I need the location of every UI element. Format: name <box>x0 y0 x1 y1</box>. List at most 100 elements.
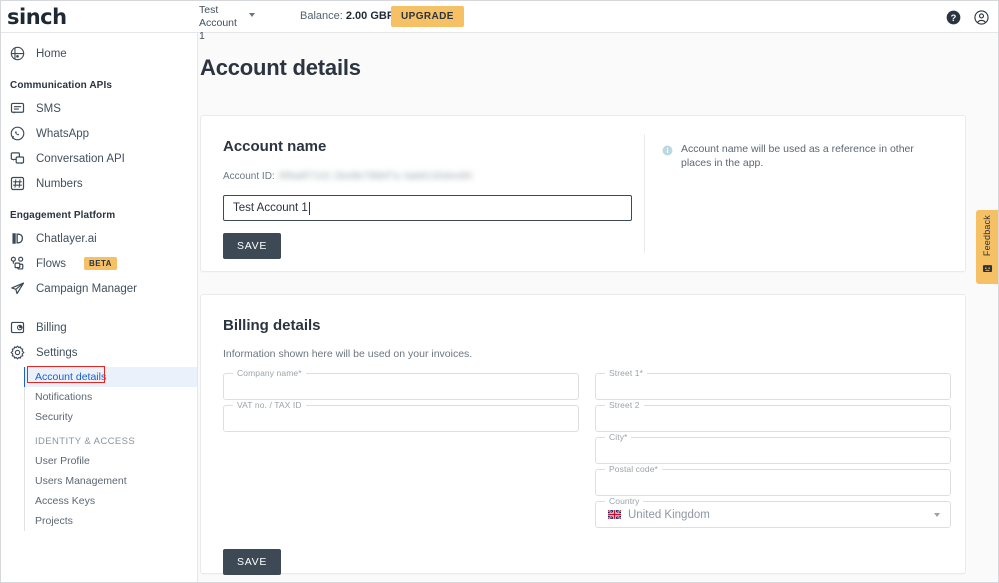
sidebar-item-whatsapp[interactable]: WhatsApp <box>1 121 197 146</box>
sidebar-item-label: Chatlayer.ai <box>36 233 97 245</box>
postal-code-field[interactable]: Postal code* <box>595 469 951 496</box>
sidebar-item-label: WhatsApp <box>36 128 89 140</box>
sidebar-nav: Home Communication APIs SMS WhatsApp Con… <box>1 33 198 583</box>
billing-right-column: Street 1* Street 2 City* Postal code* <box>595 373 951 533</box>
feedback-tab[interactable]: Feedback <box>976 210 998 284</box>
campaign-send-icon <box>10 281 25 296</box>
sidebar-item-label: Flows <box>36 258 66 270</box>
home-icon <box>10 46 25 61</box>
main-content: Account details Account name Account ID:… <box>198 33 999 583</box>
vat-tax-id-label: VAT no. / TAX ID <box>233 400 306 411</box>
account-name-form: Account name Account ID: 9f9a8f7102 2be8… <box>201 116 644 271</box>
sidebar-item-label: SMS <box>36 103 61 115</box>
account-name-note: Account name will be used as a reference… <box>645 116 965 271</box>
billing-wallet-icon <box>10 320 25 335</box>
sms-chat-icon <box>10 101 25 116</box>
sidebar-item-settings[interactable]: Settings <box>1 340 197 365</box>
sidebar-section-engagement: Engagement Platform <box>1 210 197 221</box>
company-name-label: Company name* <box>233 368 306 379</box>
save-account-name-button[interactable]: SAVE <box>223 233 281 259</box>
sinch-logo[interactable]: sinch <box>7 5 67 29</box>
feedback-icon <box>982 261 993 279</box>
account-switcher[interactable]: Test Account 1 <box>199 4 255 43</box>
sidebar-section-communication: Communication APIs <box>1 80 197 91</box>
city-label: City* <box>605 432 631 443</box>
svg-text:?: ? <box>951 12 957 22</box>
app-window: sinch Test Account 1 Balance: 2.00 GBP U… <box>0 0 999 583</box>
chatlayer-icon <box>10 231 25 246</box>
account-id-row: Account ID: 9f9a8f7102 2be8b798bf7a 4ab8… <box>223 171 644 182</box>
sidebar-subitem-label: Users Management <box>35 475 127 487</box>
city-field[interactable]: City* <box>595 437 951 464</box>
sidebar-item-sms[interactable]: SMS <box>1 96 197 121</box>
gear-icon <box>10 345 25 360</box>
sidebar-item-label: Billing <box>36 322 67 334</box>
beta-badge: BETA <box>84 257 117 270</box>
chevron-down-icon <box>934 513 940 517</box>
upgrade-button[interactable]: UPGRADE <box>391 6 464 27</box>
balance-value: 2.00 GBP <box>346 10 394 22</box>
balance-label: Balance: <box>300 10 343 22</box>
sidebar-item-label: Numbers <box>36 178 83 190</box>
sidebar-item-users-management[interactable]: Users Management <box>25 471 197 491</box>
street-2-field[interactable]: Street 2 <box>595 405 951 432</box>
street-1-field[interactable]: Street 1* <box>595 373 951 400</box>
flows-icon <box>10 256 25 271</box>
account-name-heading: Account name <box>223 138 644 155</box>
sidebar-item-billing[interactable]: Billing <box>1 315 197 340</box>
sidebar-subitem-label: Security <box>35 411 73 423</box>
whatsapp-icon <box>10 126 25 141</box>
text-cursor <box>309 202 310 215</box>
street-1-label: Street 1* <box>605 368 647 379</box>
uk-flag-icon <box>608 510 621 519</box>
sidebar-item-account-details[interactable]: Account details <box>25 367 197 387</box>
sidebar-item-access-keys[interactable]: Access Keys <box>25 491 197 511</box>
user-account-icon[interactable] <box>974 10 989 25</box>
postal-code-label: Postal code* <box>605 464 662 475</box>
account-name-card: Account name Account ID: 9f9a8f7102 2be8… <box>200 115 966 272</box>
sidebar-item-flows[interactable]: Flows BETA <box>1 251 197 276</box>
sidebar-item-home[interactable]: Home <box>1 41 197 66</box>
sidebar-item-campaign-manager[interactable]: Campaign Manager <box>1 276 197 301</box>
sidebar-item-conversation-api[interactable]: Conversation API <box>1 146 197 171</box>
sidebar-subitem-label: Access Keys <box>35 495 95 507</box>
sidebar-subitem-label: Notifications <box>35 391 92 403</box>
company-name-field[interactable]: Company name* <box>223 373 579 400</box>
save-billing-details-button[interactable]: SAVE <box>223 549 281 575</box>
feedback-tab-label: Feedback <box>982 215 992 256</box>
sidebar-item-label: Home <box>36 48 67 60</box>
country-label: Country <box>605 496 643 507</box>
sidebar-section-identity-access: IDENTITY & ACCESS <box>25 427 197 451</box>
conversation-icon <box>10 151 25 166</box>
account-id-value: 9f9a8f7102 2be8b798bf7a 4ab8130dee80 <box>279 171 473 182</box>
help-circle-icon[interactable]: ? <box>946 10 961 25</box>
account-id-label: Account ID: <box>223 171 275 182</box>
billing-details-card: Billing details Information shown here w… <box>200 294 966 574</box>
sidebar-item-user-profile[interactable]: User Profile <box>25 451 197 471</box>
sidebar-divider-gap <box>1 301 197 315</box>
country-select[interactable]: Country United Kingdom <box>595 501 951 528</box>
country-value-row: United Kingdom <box>608 509 710 521</box>
sidebar-item-numbers[interactable]: Numbers <box>1 171 197 196</box>
billing-left-column: Company name* VAT no. / TAX ID <box>223 373 579 533</box>
vat-tax-id-field[interactable]: VAT no. / TAX ID <box>223 405 579 432</box>
info-note: Account name will be used as a reference… <box>662 142 945 170</box>
info-note-text: Account name will be used as a reference… <box>681 142 945 170</box>
top-header: sinch Test Account 1 Balance: 2.00 GBP U… <box>1 1 999 33</box>
sidebar-subitem-label: Account details <box>35 371 106 383</box>
street-2-label: Street 2 <box>605 400 644 411</box>
account-name-input-value: Test Account 1 <box>233 202 308 214</box>
billing-form-grid: Company name* VAT no. / TAX ID Street 1* <box>223 373 965 533</box>
sidebar-item-label: Settings <box>36 347 78 359</box>
sidebar-item-security[interactable]: Security <box>25 407 197 427</box>
billing-details-heading: Billing details <box>223 317 965 334</box>
chevron-down-icon <box>249 13 255 17</box>
sidebar-item-chatlayer[interactable]: Chatlayer.ai <box>1 226 197 251</box>
account-name-input[interactable]: Test Account 1 <box>223 195 632 221</box>
header-icon-group: ? <box>946 1 989 33</box>
info-icon <box>662 143 673 161</box>
sidebar-item-projects[interactable]: Projects <box>25 511 197 531</box>
settings-subnav: Account details Notifications Security I… <box>24 367 197 531</box>
country-value: United Kingdom <box>628 509 710 521</box>
sidebar-item-notifications[interactable]: Notifications <box>25 387 197 407</box>
